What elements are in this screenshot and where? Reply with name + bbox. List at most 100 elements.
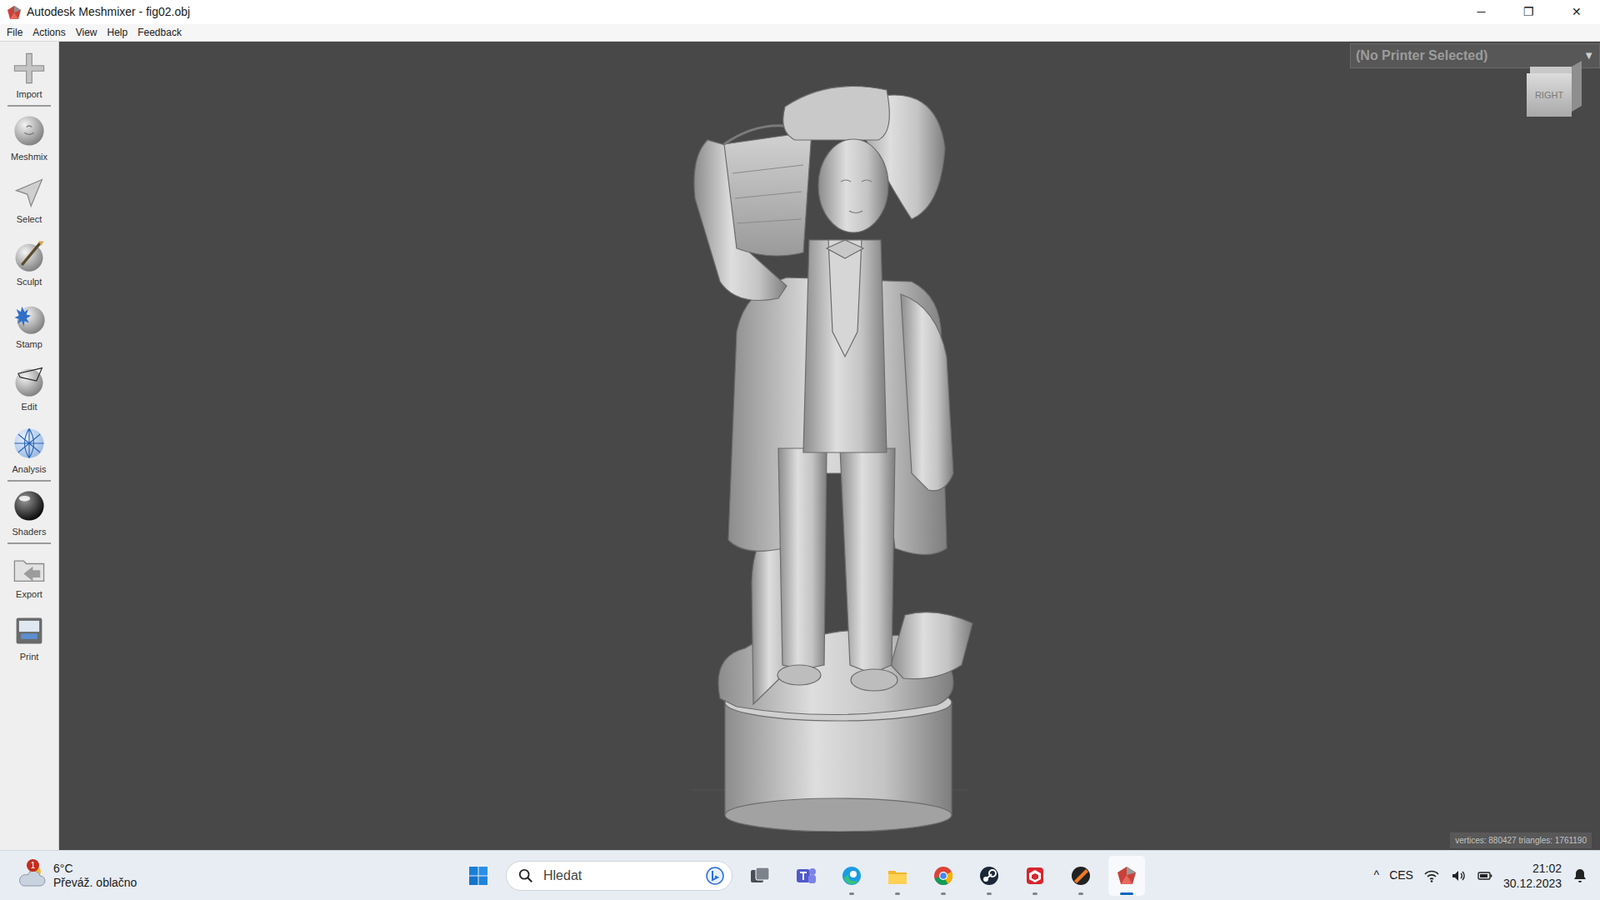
tool-label: Shaders [12,525,47,538]
menu-item[interactable]: Actions [27,24,70,41]
select-icon [10,175,48,212]
notification-badge: 1 [26,859,40,872]
window-control-button[interactable]: ✕ [1552,0,1600,25]
view-cube[interactable]: RIGHT [1526,66,1582,117]
tool-separator [7,230,51,232]
printer-dropdown[interactable]: (No Printer Selected) ▼ [1350,43,1600,69]
taskbar-app-button[interactable] [741,855,779,896]
3d-viewport[interactable]: (No Printer Selected) ▼ RIGHT vertices: 880… [59,41,1600,850]
stamp-icon [10,300,48,337]
tool-separator [7,292,51,295]
tool-button[interactable]: Analysis [0,423,60,479]
running-indicator [1078,892,1084,895]
window-control-button[interactable]: ─ [1457,0,1505,25]
tool-label: Select [16,213,43,225]
battery-icon[interactable] [1476,867,1494,885]
orangeapp-icon [1069,864,1093,888]
tool-separator [7,105,51,107]
start-icon [466,864,490,888]
temperature: 6°C [53,861,137,876]
taskbar-app-button[interactable] [1108,855,1145,896]
taskbar-app-button[interactable] [1016,855,1054,896]
chrome-icon [931,864,955,888]
running-indicator [803,892,809,895]
running-indicator [986,892,992,895]
volume-icon[interactable] [1450,867,1467,885]
window-control-button[interactable]: ❐ [1505,0,1553,25]
edit-icon [10,362,48,400]
dropdown-arrow[interactable]: ▼ [1583,47,1595,65]
tool-button[interactable]: Meshmix [0,110,60,166]
tool-label: Edit [21,400,38,413]
running-indicator [1120,892,1134,895]
tool-label: Meshmix [10,150,48,163]
tool-button[interactable]: Import [0,48,60,104]
taskbar-app-button[interactable] [925,855,962,896]
export-icon [10,550,48,587]
tool-button[interactable]: Edit [0,360,60,416]
tool-separator [7,167,51,170]
running-indicator [940,892,946,895]
system-tray: ^ CES 21:0230.12.2023 [1145,860,1600,891]
view-cube-label: RIGHT [1535,88,1564,103]
clock[interactable]: 21:0230.12.2023 [1503,860,1562,891]
teams-icon [794,864,818,888]
meshmixer-icon [1115,864,1139,888]
taskbar-app-button[interactable] [970,855,1008,896]
tool-label: Import [15,88,42,100]
menu-item[interactable]: View [70,24,103,41]
tool-button[interactable]: Select [0,173,60,229]
taskbar-app-button[interactable] [833,855,870,896]
printer-label: (No Printer Selected) [1355,45,1488,66]
menu-item[interactable]: Feedback [132,24,187,41]
tool-label: Print [20,650,40,663]
tool-label: Analysis [12,463,47,475]
language-indicator[interactable]: CES [1389,866,1414,885]
weather-widget[interactable]: 1 6°CPřeváž. oblačno [0,861,460,890]
taskbar-app-button[interactable] [787,855,825,896]
taskbar-app-button[interactable] [460,855,497,896]
tool-button[interactable]: Sculpt [0,235,60,291]
tool-button[interactable]: Print [0,610,60,666]
tool-separator [7,355,51,357]
running-indicator [757,892,763,895]
menu-bar: FileActionsViewHelpFeedback [0,24,1600,42]
tray-overflow-button[interactable]: ^ [1374,866,1380,885]
weather-icon[interactable]: 1 [16,862,47,890]
tool-separator [7,480,51,482]
clock-date: 30.12.2023 [1503,875,1562,891]
tool-separator [7,417,51,420]
taskbar-app-button[interactable] [879,855,916,896]
meshmixer-logo-icon [6,5,22,20]
weather-description: Převáž. oblačno [53,875,137,890]
tool-separator [7,542,51,545]
clock-time: 21:02 [1532,860,1562,876]
tool-label: Sculpt [16,275,43,288]
steam-icon [977,864,1001,888]
shaders-icon [10,487,48,525]
notification-bell-icon[interactable] [1571,867,1589,885]
menu-item[interactable]: File [1,24,28,41]
sculpt-icon [10,237,48,275]
tool-label: Stamp [15,338,43,350]
taskbar-app-button[interactable] [1062,855,1100,896]
import-icon [10,50,48,87]
search-box[interactable] [505,860,733,891]
print-icon [10,612,48,650]
tool-button[interactable]: Shaders [0,485,60,541]
bing-icon [705,865,725,886]
mesh-stats: vertices: 880427 triangles: 1761190 [1450,832,1592,849]
wifi-icon[interactable] [1423,867,1440,885]
analysis-icon [10,425,48,462]
search-input[interactable] [541,865,697,887]
3d-model[interactable] [686,81,974,832]
menu-item[interactable]: Help [102,24,134,41]
window-title: Autodesk Meshmixer - fig02.obj [21,3,190,21]
tool-separator [7,605,51,607]
taskview-icon [748,864,772,888]
tool-label: Export [15,588,43,600]
meshmix-icon [10,112,48,150]
tool-button[interactable]: Export [0,548,60,604]
tool-button[interactable]: Stamp [0,298,60,354]
running-indicator [849,892,855,895]
